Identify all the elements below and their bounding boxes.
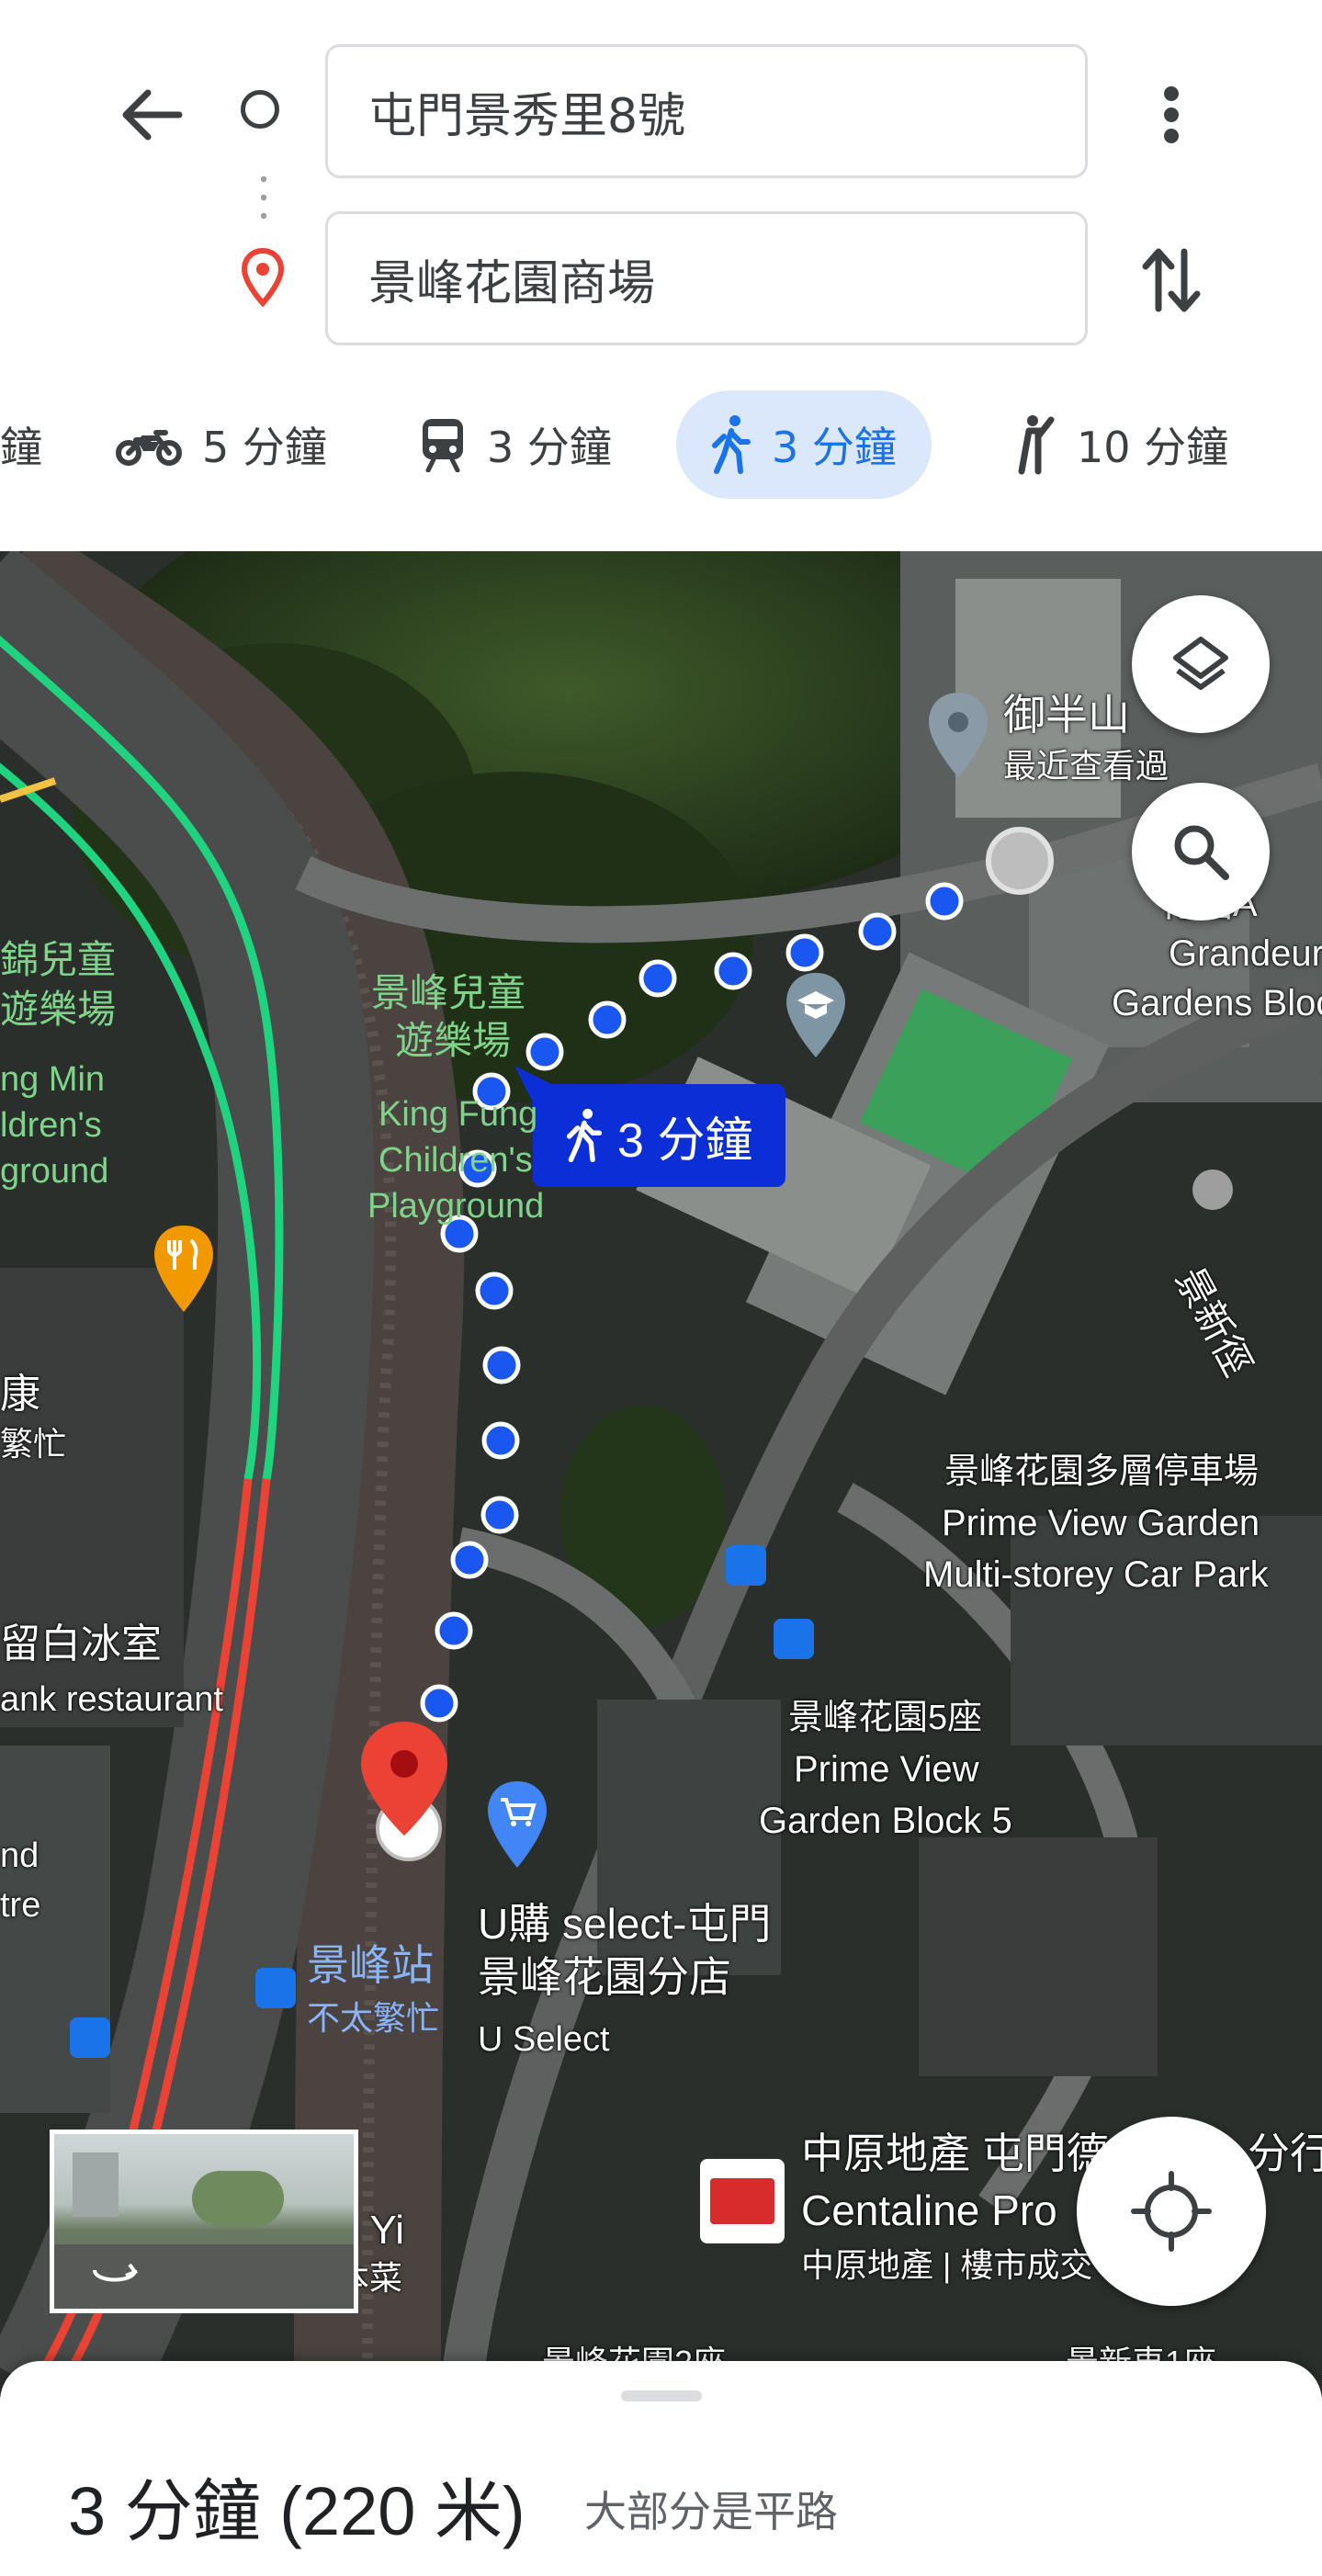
poi-sublabel: 最近查看過 [1003,747,1169,785]
restaurant-pin-icon[interactable] [149,1222,219,1317]
origin-input[interactable]: 屯門景秀里8號 [325,44,1088,178]
arrow-back-icon [122,89,183,141]
mode-tab-transit[interactable]: 3 分鐘 [419,390,612,499]
poi-label[interactable]: Garden Block 5 [759,1795,1012,1847]
search-icon [1174,825,1229,880]
back-button[interactable] [110,73,193,156]
poi-label[interactable]: ng Min [0,1056,105,1102]
poi-label[interactable]: Centaline Pro [801,2185,1057,2236]
destination-input[interactable]: 景峰花園商場 [325,211,1088,345]
mode-tab-ride-hailing[interactable]: 10 分鐘 [1011,390,1228,499]
poi-label[interactable]: Prime View [794,1744,979,1795]
route-summary-sheet[interactable]: 3 分鐘 (220 米) 大部分是平路 [0,2361,1322,2576]
station-sublabel: 不太繁忙 [307,1999,440,2037]
mode-tab-label: 3 分鐘 [772,423,897,472]
motorcycle-icon [116,424,182,466]
directions-header: 屯門景秀里8號 景峰花園商場 鐘 5 分鐘 3 分鐘 3 分鐘 10 分鐘 [0,0,1322,551]
poi-label[interactable]: ldren's [0,1102,102,1148]
poi-label[interactable]: ank restaurant [0,1674,223,1725]
school-pin-icon[interactable] [781,969,851,1061]
poi-label[interactable]: Prime View Garden [942,1497,1260,1549]
poi-label[interactable]: 錦兒童 [0,937,116,983]
route-connector-dots [261,170,266,225]
mode-tab-label: 3 分鐘 [487,423,612,472]
poi-label[interactable]: 留白冰室 [0,1619,162,1670]
crosshair-location-icon [1131,2171,1212,2252]
route-duration-label: 3 分鐘 [617,1113,753,1168]
centaline-logo-icon[interactable] [700,2159,785,2243]
poi-label[interactable]: Children's [379,1137,533,1183]
hail-icon [1011,414,1056,475]
poi-label[interactable]: ground [0,1148,108,1194]
poi-label[interactable]: nd [0,1830,39,1881]
walk-icon [711,414,751,475]
poi-label[interactable]: 景峰花園5座 [788,1692,982,1744]
route-duration-badge[interactable]: 3 分鐘 [533,1084,786,1187]
poi-label[interactable]: 遊樂場 [0,987,116,1033]
mode-tab-motorcycle[interactable]: 5 分鐘 [116,390,327,499]
shopping-pin-icon[interactable] [482,1778,552,1873]
route-duration-distance: 3 分鐘 (220 米) [68,2473,525,2549]
recent-place-pin-icon[interactable] [923,689,993,781]
layers-icon [1173,637,1228,690]
map-view[interactable]: 3 分鐘 御半山 最近查看過 景峰兒童 遊樂場 King Fung Childr… [0,551,1322,2398]
my-location-button[interactable] [1077,2117,1266,2306]
poi-label[interactable]: 景峰花園多層停車場 [944,1446,1259,1497]
destination-marker-icon[interactable] [354,1718,455,1865]
bus-stop-icon[interactable] [726,1545,766,1586]
drag-handle[interactable] [621,2390,702,2401]
poi-label[interactable]: 分行 [1248,2128,1322,2179]
swap-vert-icon [1142,248,1201,312]
poi-label[interactable]: Multi-storey Car Park [923,1549,1269,1600]
360-rotate-icon [93,2263,139,2282]
poi-sublabel: 繁忙 [0,1425,67,1463]
poi-label[interactable]: 康 [0,1369,40,1420]
poi-label[interactable]: 遊樂場 [395,1018,511,1064]
poi-label[interactable]: King Fung [379,1091,537,1137]
poi-label[interactable]: 御半山 [1003,689,1130,740]
bus-stop-icon[interactable] [70,2017,110,2058]
bus-stop-icon[interactable] [774,1619,814,1659]
route-terrain-note: 大部分是平路 [584,2487,838,2536]
train-icon [419,417,467,472]
poi-label[interactable]: Playground [367,1183,544,1229]
poi-label[interactable]: tre [0,1880,40,1931]
poi-label[interactable]: 中原地產 屯門德 [801,2128,1109,2179]
walk-icon [566,1108,603,1163]
poi-label[interactable]: U Select [478,2014,610,2065]
origin-circle-icon [241,90,279,129]
more-vert-icon [1164,86,1179,143]
swap-directions-button[interactable] [1130,234,1213,326]
poi-label[interactable]: Grandeur [1169,928,1322,979]
train-station-icon[interactable] [255,1968,296,2008]
poi-label[interactable]: 景峰花園分店 [478,1951,731,2003]
mode-tab-label: 10 分鐘 [1077,423,1229,472]
search-along-route-button[interactable] [1132,783,1270,921]
poi-label[interactable]: Gardens Bloc [1112,977,1322,1029]
station-label[interactable]: 景峰站 [307,1940,434,1990]
destination-pin-icon [241,247,285,308]
mode-tab-drive[interactable]: 鐘 [0,390,42,499]
mode-tab-walk[interactable]: 3 分鐘 [676,390,932,499]
street-view-thumbnail[interactable] [50,2130,358,2313]
layers-button[interactable] [1132,595,1270,733]
poi-sublabel: 中原地產 | 樓市成交 [801,2246,1093,2284]
mode-tab-label: 鐘 [0,423,42,472]
poi-label[interactable]: 景峰兒童 [371,970,525,1016]
mode-tab-label: 5 分鐘 [202,423,327,472]
poi-label[interactable]: U購 select-屯門 [478,1898,771,1949]
more-options-button[interactable] [1135,73,1208,156]
